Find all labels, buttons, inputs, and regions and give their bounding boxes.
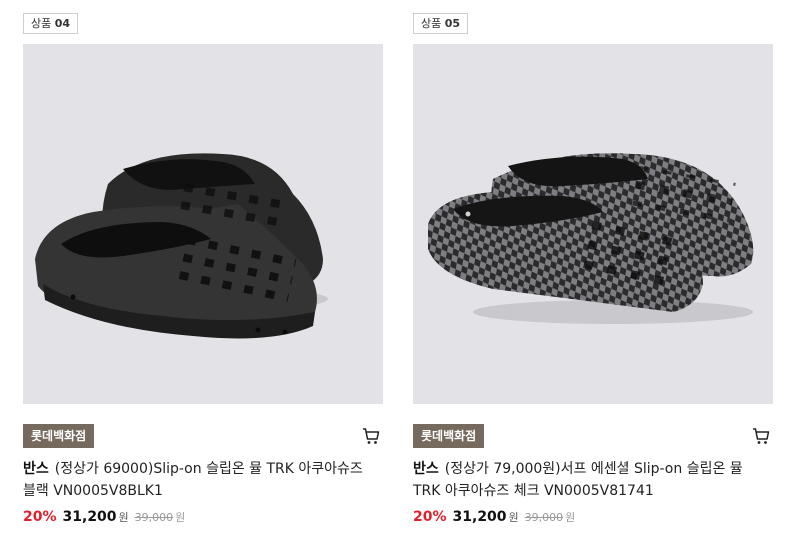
original-price: 39,000: [134, 511, 174, 524]
product-image[interactable]: [413, 44, 773, 404]
black-slip-on-mule-image: [35, 153, 328, 339]
product-price: 20% 31,200 원 39,000 원: [413, 507, 773, 528]
product-card[interactable]: 상품 04 롯데백화점 반스 (정상가 69000)Slip-on 슬립온 뮬 …: [23, 12, 383, 528]
tag-number: 04: [54, 17, 71, 30]
original-currency: 원: [175, 511, 186, 524]
product-number-tag: 상품 05: [413, 13, 469, 34]
store-badge: 롯데백화점: [413, 424, 485, 448]
store-badge: 롯데백화점: [23, 424, 95, 448]
product-image[interactable]: [23, 44, 383, 404]
product-brand: 반스: [413, 461, 439, 477]
checkered-slip-on-mule-image: [428, 153, 754, 324]
discount-rate: 20%: [413, 509, 447, 525]
original-price: 39,000: [524, 511, 564, 524]
add-to-cart-icon[interactable]: [751, 426, 771, 446]
product-name: (정상가 79,000원)서프 에센셜 Slip-on 슬립온 뮬 TRK 아쿠…: [413, 461, 743, 499]
sale-price: 31,200: [62, 509, 117, 525]
product-title[interactable]: 반스 (정상가 79,000원)서프 에센셜 Slip-on 슬립온 뮬 TRK …: [413, 458, 768, 502]
tag-prefix: 상품: [31, 17, 52, 30]
product-title[interactable]: 반스 (정상가 69000)Slip-on 슬립온 뮬 TRK 아쿠아슈즈 블랙 …: [23, 458, 378, 502]
product-name: (정상가 69000)Slip-on 슬립온 뮬 TRK 아쿠아슈즈 블랙 VN…: [23, 461, 363, 499]
product-price: 20% 31,200 원 39,000 원: [23, 507, 383, 528]
product-card[interactable]: 상품 05 롯데백화점 반스 (정상가 79,000원)서프 에센셜 Slip-…: [413, 12, 773, 528]
discount-rate: 20%: [23, 509, 57, 525]
sale-currency: 원: [118, 511, 129, 524]
sale-currency: 원: [508, 511, 519, 524]
tag-number: 05: [444, 17, 461, 30]
product-number-tag: 상품 04: [23, 13, 79, 34]
add-to-cart-icon[interactable]: [361, 426, 381, 446]
tag-prefix: 상품: [421, 17, 442, 30]
product-brand: 반스: [23, 461, 49, 477]
original-currency: 원: [565, 511, 576, 524]
sale-price: 31,200: [452, 509, 507, 525]
